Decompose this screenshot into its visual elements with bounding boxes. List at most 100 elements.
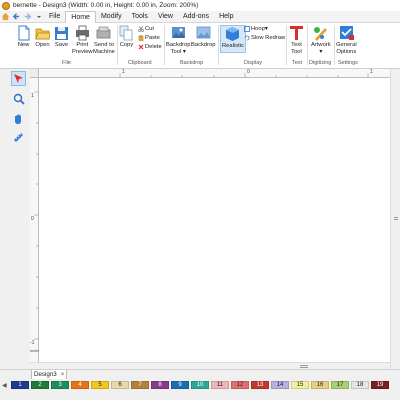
horizontal-scrollbar[interactable] [30,362,390,369]
vertical-scrollbar[interactable] [390,69,400,369]
color-swatch-10[interactable]: 10 [191,381,209,389]
color-swatch-6[interactable]: 6 [111,381,129,389]
ruler-top-label: 0 [247,69,250,75]
delete-button[interactable]: Delete [138,44,162,50]
menu-modify[interactable]: Modify [96,11,127,23]
left-toolbar [0,69,30,378]
open-button[interactable]: Open [35,25,51,49]
forward-arrow-icon[interactable] [22,11,33,22]
copy-button[interactable]: Copy [119,25,134,49]
scroll-grip [394,217,398,218]
ribbon-separator [307,25,308,65]
color-swatch-17[interactable]: 17 [331,381,349,389]
cut-label: Cut [145,26,155,32]
menu-help[interactable]: Help [214,11,238,23]
close-tab-icon[interactable]: × [61,372,65,378]
ruler-left-label: -1 [30,340,35,346]
group-label-file: File [62,60,71,66]
cut-button[interactable]: Cut [138,26,154,32]
group-label-text: Text [292,60,303,66]
hoop-dropdown-icon: ▾ [264,26,268,32]
color-swatch-16[interactable]: 16 [311,381,329,389]
home-icon[interactable] [0,11,11,22]
backdrop-tool-button[interactable]: Backdrop Tool ▾ [166,25,191,55]
slow-redraw-button[interactable]: Slow Redraw [244,35,285,41]
quick-access-dropdown-icon[interactable] [33,11,44,22]
artwork-button[interactable]: Artwork ▾ [311,25,331,55]
backdrop-tool-icon [171,25,186,41]
window-title: bernette - Design3 (Width: 0.00 in, Heig… [13,2,199,9]
print-preview-line-2: Preview [72,48,93,55]
ruler-corner [30,69,39,78]
hoop-button[interactable]: Hoop ▾ [244,26,268,32]
color-swatch-7[interactable]: 7 [131,381,149,389]
document-tabs: Design3 × [0,369,400,380]
select-pointer-tool[interactable] [11,71,26,86]
print-preview-button[interactable]: Print Preview [72,25,93,55]
color-swatch-5[interactable]: 5 [91,381,109,389]
text-tool-label: Text Tool [291,42,302,55]
color-swatch-18[interactable]: 18 [351,381,369,389]
color-swatch-11[interactable]: 11 [211,381,229,389]
send-line-1: Send to [93,42,114,48]
printer-icon [75,25,90,41]
text-tool-line-1: Text [291,42,302,48]
delete-x-icon [138,44,144,50]
menu-view[interactable]: View [153,11,178,23]
menu-add-ons[interactable]: Add-ons [178,11,214,23]
new-button[interactable]: New [16,25,31,49]
backdrop-tool-line-1: Backdrop [166,42,191,48]
color-swatch-14[interactable]: 14 [271,381,289,389]
tab-label: Design3 [34,371,57,378]
paste-button[interactable]: Paste [138,35,160,41]
hoop-icon [244,26,250,32]
general-options-line-1: General [336,42,357,48]
color-swatch-9[interactable]: 9 [171,381,189,389]
color-swatch-19[interactable]: 19 [371,381,389,389]
group-label-backdrop: Backdrop [180,60,204,66]
new-document-icon [16,25,31,41]
backdrop-button[interactable]: Backdrop [191,25,216,49]
menu-home[interactable]: Home [65,10,96,23]
copy-label: Copy [119,42,134,48]
back-arrow-icon[interactable] [11,11,22,22]
save-button[interactable]: Save [54,25,69,49]
general-options-line-2: Options [336,48,357,55]
ruler-top-label: 1 [370,69,373,75]
save-floppy-icon [54,25,69,41]
color-swatch-3[interactable]: 3 [51,381,69,389]
backdrop-tool-label: Backdrop Tool ▾ [166,42,191,55]
color-swatch-13[interactable]: 13 [251,381,269,389]
design-canvas[interactable] [39,78,390,362]
send-to-machine-icon [96,25,111,41]
color-swatch-4[interactable]: 4 [71,381,89,389]
color-palette: ◀ 1 2 3 4 5 6 7 8 9 10 11 12 13 14 15 16 17 18 19 [0,379,400,400]
horizontal-ruler: 1 0 1 [30,69,390,78]
color-swatch-2[interactable]: 2 [31,381,49,389]
color-swatch-1[interactable]: 1 [11,381,29,389]
menu-file[interactable]: File [44,11,65,23]
group-label-digitizing: Digitizing [309,60,332,66]
color-swatch-8[interactable]: 8 [151,381,169,389]
color-swatch-15[interactable]: 15 [291,381,309,389]
zoom-tool[interactable] [11,91,26,106]
measure-tool[interactable] [11,130,26,145]
realistic-cube-icon [225,26,240,42]
pan-hand-tool[interactable] [11,111,26,126]
copy-icon [119,25,134,41]
general-options-button[interactable]: General Options [336,25,357,55]
realistic-button[interactable]: Realistic [220,25,246,53]
palette-scroll-left-icon[interactable]: ◀ [2,382,7,389]
menu-tools[interactable]: Tools [127,11,153,23]
ruler-measure-icon [14,133,23,142]
paste-clipboard-icon [138,35,144,41]
color-swatch-12[interactable]: 12 [231,381,249,389]
slow-redraw-label: Slow Redraw [251,35,286,41]
realistic-label: Realistic [222,43,244,49]
scroll-grip [394,219,398,220]
scroll-grip [300,365,308,366]
send-to-machine-button[interactable]: Send to Machine [93,25,115,55]
send-to-machine-label: Send to Machine [93,42,115,55]
text-tool-button[interactable]: Text Tool [289,25,304,55]
paste-label: Paste [145,35,160,41]
